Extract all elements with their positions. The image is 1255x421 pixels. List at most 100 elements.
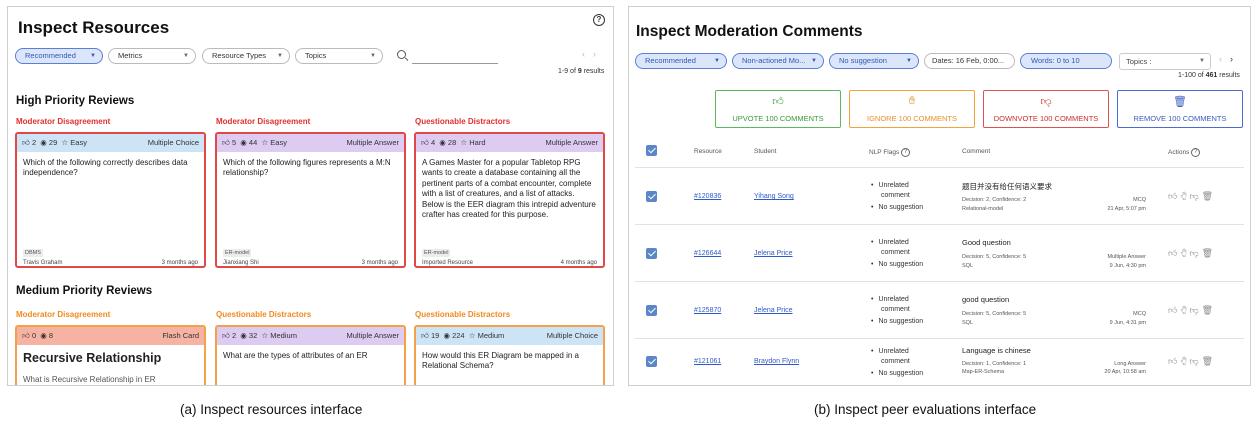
row-actions: 👍︎✋︎👎︎🗑︎ bbox=[1168, 248, 1216, 259]
remove-all-label: REMOVE 100 COMMENTS bbox=[1133, 114, 1227, 123]
pager-text: 1-9 of 9 results bbox=[558, 68, 605, 75]
row-checkbox[interactable] bbox=[646, 248, 657, 259]
ignore-all-label: IGNORE 100 COMMENTS bbox=[866, 114, 957, 123]
decision-meta: Decision: 1, Confidence: 1 bbox=[962, 361, 1027, 367]
card-age: 4 months ago bbox=[560, 260, 597, 266]
thumbs-up-icon: 👍︎ bbox=[22, 331, 30, 340]
chevron-down-icon: ▼ bbox=[277, 53, 283, 59]
thumbs-up-icon[interactable]: 👍︎ bbox=[1168, 305, 1180, 315]
card-question: Which of the following correctly describ… bbox=[23, 158, 188, 178]
card-age: 3 months ago bbox=[361, 260, 398, 266]
resource-link[interactable]: #121061 bbox=[694, 358, 721, 365]
topic-tag: ER-model bbox=[422, 249, 451, 257]
pager-arrows[interactable]: ‹› bbox=[582, 49, 604, 59]
question-type: Flash Card bbox=[162, 331, 199, 340]
resource-types-filter-label: Resource Types bbox=[212, 51, 267, 60]
comment-text: Good question bbox=[962, 238, 1011, 247]
student-link[interactable]: Braydon Flynn bbox=[754, 358, 799, 365]
table-row: #120836 Yihang Song Unrelated comment No… bbox=[629, 169, 1250, 225]
card-category: Moderator Disagreement bbox=[16, 310, 111, 319]
resource-card[interactable]: 👍︎ 0 ◉ 8 Flash Card Recursive Relationsh… bbox=[15, 325, 206, 385]
hand-icon[interactable]: ✋︎ bbox=[1180, 305, 1189, 315]
hand-icon[interactable]: ✋︎ bbox=[1180, 248, 1189, 258]
resource-link[interactable]: #120836 bbox=[694, 193, 721, 200]
thumbs-down-icon[interactable]: 👎︎ bbox=[1190, 248, 1202, 258]
downvote-all-button[interactable]: 👎︎ DOWNVOTE 100 COMMENTS bbox=[983, 90, 1109, 128]
student-link[interactable]: Yihang Song bbox=[754, 193, 794, 200]
topics-select[interactable]: Topics : ▼ bbox=[1119, 53, 1211, 70]
nlp-flags: Unrelated comment No suggestion bbox=[871, 295, 923, 327]
thumbs-down-icon[interactable]: 👎︎ bbox=[1190, 305, 1202, 315]
resource-card[interactable]: 👍︎ 5 ◉ 44 ☆ Easy Multiple Answer Which o… bbox=[215, 132, 406, 268]
date-meta: 9 Jun, 4:31 pm bbox=[1109, 320, 1146, 326]
resource-card[interactable]: 👍︎ 2 ◉ 29 ☆ Easy Multiple Choice Which o… bbox=[15, 132, 206, 268]
pager-arrows[interactable]: ‹› bbox=[1219, 54, 1241, 64]
upvote-all-button[interactable]: 👍︎ UPVOTE 100 COMMENTS bbox=[715, 90, 841, 128]
trash-icon[interactable]: 🗑︎ bbox=[1202, 191, 1216, 201]
pager-text: 1-100 of 461 results bbox=[1178, 72, 1240, 79]
flash-card-title: Recursive Relationship bbox=[23, 351, 162, 365]
search-icon[interactable] bbox=[397, 50, 406, 59]
resource-card[interactable]: 👍︎ 2 ◉ 32 ☆ Medium Multiple Answer What … bbox=[215, 325, 406, 385]
thumbs-down-icon[interactable]: 👎︎ bbox=[1190, 356, 1202, 366]
card-header: 👍︎ 5 ◉ 44 ☆ Easy Multiple Answer bbox=[217, 134, 404, 152]
chevron-down-icon: ▼ bbox=[714, 58, 720, 64]
caption-a: (a) Inspect resources interface bbox=[180, 402, 363, 417]
resource-types-filter[interactable]: Resource Types ▼ bbox=[202, 48, 290, 64]
thumbs-up-icon[interactable]: 👍︎ bbox=[1168, 356, 1180, 366]
row-checkbox[interactable] bbox=[646, 191, 657, 202]
thumbs-down-icon[interactable]: 👎︎ bbox=[1190, 191, 1202, 201]
topics-filter[interactable]: Topics ▼ bbox=[295, 48, 383, 64]
upvote-all-label: UPVOTE 100 COMMENTS bbox=[732, 114, 824, 123]
hand-icon[interactable]: ✋︎ bbox=[1180, 191, 1189, 201]
card-header: 👍︎ 2 ◉ 32 ☆ Medium Multiple Answer bbox=[217, 327, 404, 345]
inspect-resources-panel: Inspect Resources ? Recommended ▼ Metrics… bbox=[7, 6, 614, 386]
row-checkbox[interactable] bbox=[646, 356, 657, 367]
decision-meta: Decision: 5, Confidence: 5 bbox=[962, 254, 1027, 260]
thumbs-up-icon[interactable]: 👍︎ bbox=[1168, 191, 1180, 201]
remove-all-button[interactable]: 🗑︎ REMOVE 100 COMMENTS bbox=[1117, 90, 1243, 128]
topic-tag: ER-model bbox=[223, 249, 252, 257]
downvote-all-label: DOWNVOTE 100 COMMENTS bbox=[993, 114, 1099, 123]
non-actioned-filter[interactable]: Non-actioned Mo... ▼ bbox=[732, 53, 824, 69]
metrics-filter[interactable]: Metrics ▼ bbox=[108, 48, 196, 64]
nlp-flags: Unrelated comment No suggestion bbox=[871, 347, 923, 379]
resource-link[interactable]: #125870 bbox=[694, 307, 721, 314]
card-category: Questionable Distractors bbox=[415, 117, 511, 126]
recommended-filter[interactable]: Recommended ▼ bbox=[635, 53, 727, 69]
select-all-checkbox[interactable] bbox=[646, 145, 657, 156]
comment-text: 题目并没有给任何语义要求 bbox=[962, 182, 1052, 191]
resource-link[interactable]: #126644 bbox=[694, 250, 721, 257]
comment-text: Language is chinese bbox=[962, 346, 1031, 355]
column-student: Student bbox=[754, 148, 777, 155]
card-category: Moderator Disagreement bbox=[216, 117, 311, 126]
question-type: Multiple Choice bbox=[546, 331, 598, 340]
search-input[interactable] bbox=[412, 63, 498, 64]
resource-card[interactable]: 👍︎ 4 ◉ 28 ☆ Hard Multiple Answer A Games… bbox=[414, 132, 605, 268]
question-type: Multiple Choice bbox=[147, 138, 199, 147]
star-icon: ☆ bbox=[61, 138, 69, 147]
date-range-filter[interactable]: Dates: 16 Feb, 0:00... bbox=[924, 53, 1015, 69]
hand-icon[interactable]: ✋︎ bbox=[1180, 356, 1189, 366]
student-link[interactable]: Jelena Price bbox=[754, 250, 793, 257]
help-icon[interactable]: ? bbox=[1191, 148, 1201, 157]
ignore-all-button[interactable]: ✋︎ IGNORE 100 COMMENTS bbox=[849, 90, 975, 128]
divider bbox=[635, 167, 1244, 168]
card-category: Questionable Distractors bbox=[216, 310, 312, 319]
student-link[interactable]: Jelena Price bbox=[754, 307, 793, 314]
trash-icon[interactable]: 🗑︎ bbox=[1202, 305, 1216, 315]
thumbs-up-icon: 👍︎ bbox=[772, 96, 784, 108]
resource-card[interactable]: 👍︎ 19 ◉ 224 ☆ Medium Multiple Choice How… bbox=[414, 325, 605, 385]
help-icon[interactable]: ? bbox=[593, 14, 605, 26]
trash-icon[interactable]: 🗑︎ bbox=[1202, 356, 1216, 366]
help-icon[interactable]: ? bbox=[901, 148, 911, 157]
row-actions: 👍︎✋︎👎︎🗑︎ bbox=[1168, 356, 1216, 367]
no-suggestion-filter[interactable]: No suggestion ▼ bbox=[829, 53, 919, 69]
recommended-filter[interactable]: Recommended ▼ bbox=[15, 48, 103, 64]
row-checkbox[interactable] bbox=[646, 305, 657, 316]
card-author: Jianxiang Shi bbox=[223, 260, 259, 266]
decision-meta: Decision: 5, Confidence: 5 bbox=[962, 311, 1027, 317]
trash-icon[interactable]: 🗑︎ bbox=[1202, 248, 1216, 258]
thumbs-up-icon[interactable]: 👍︎ bbox=[1168, 248, 1180, 258]
words-filter[interactable]: Words: 0 to 10 bbox=[1020, 53, 1112, 69]
